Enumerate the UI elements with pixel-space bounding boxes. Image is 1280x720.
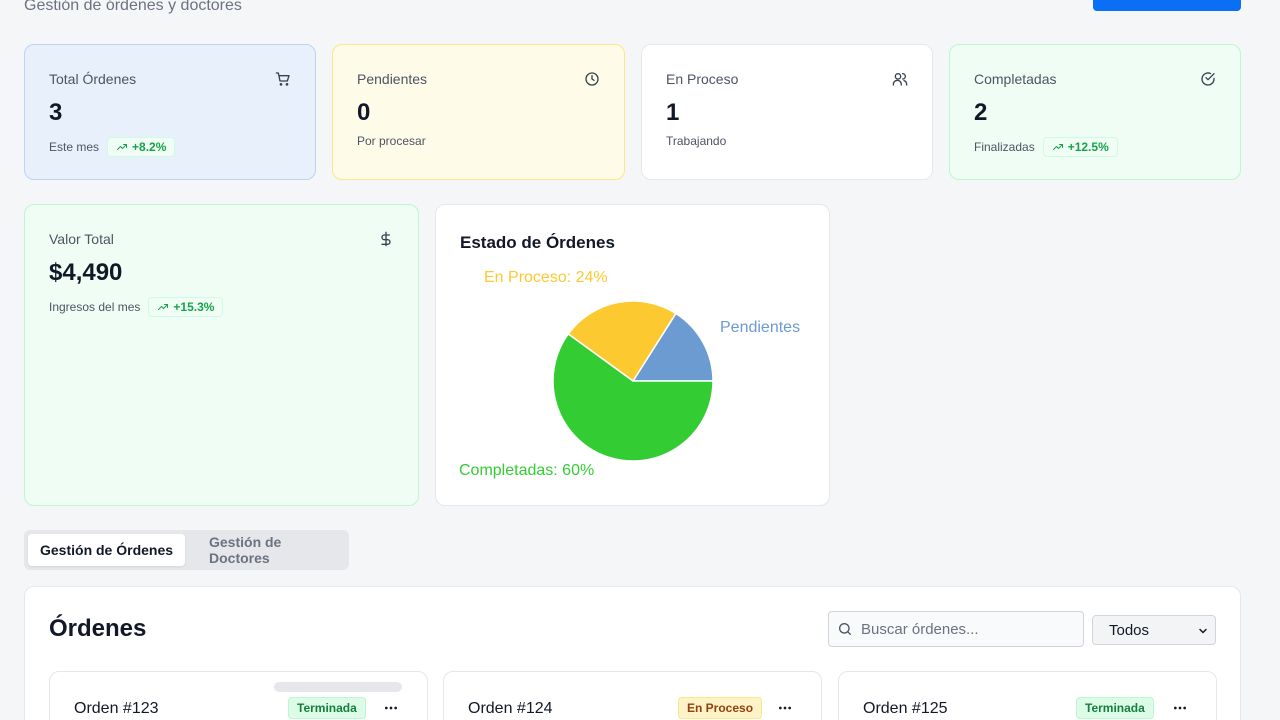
trend-badge: +12.5% [1042, 137, 1118, 157]
tab-doctors[interactable]: Gestión de Doctores [197, 534, 349, 566]
pie-label-in-process: En Proceso: 24% [484, 269, 608, 286]
status-badge: Terminada [288, 697, 366, 719]
stat-sub: Este mes +8.2% [49, 137, 176, 157]
pie-label-completed: Completadas: 60% [459, 462, 595, 479]
status-filter-select[interactable]: Todos [1092, 615, 1216, 645]
stat-sub: Ingresos del mes +15.3% [49, 297, 224, 317]
status-badge: En Proceso [678, 697, 763, 719]
stat-sub-text: Ingresos del mes [49, 300, 141, 314]
stat-label: Total Órdenes [49, 71, 137, 87]
trend-value: +15.3% [173, 300, 215, 314]
pie-label-pending: Pendientes [720, 319, 801, 336]
users-icon [892, 73, 908, 86]
dollar-icon [381, 231, 391, 247]
more-options-icon[interactable] [383, 700, 399, 716]
stat-sub-text: Finalizadas [974, 140, 1035, 154]
stat-sub-text: Este mes [49, 140, 100, 154]
stat-card-in-process: En Proceso 1 Trabajando [641, 44, 933, 180]
stat-value: 3 [49, 99, 63, 126]
orders-title: Órdenes [49, 615, 147, 642]
chevron-down-icon [1199, 628, 1207, 634]
stat-card-completed: Completadas 2 Finalizadas +12.5% [949, 44, 1241, 180]
trend-badge: +8.2% [107, 137, 176, 157]
check-circle-icon [1201, 72, 1215, 86]
stat-card-total-value: Valor Total $4,490 Ingresos del mes +15.… [24, 204, 419, 506]
more-options-icon[interactable] [1172, 700, 1188, 716]
chart-title: Estado de Órdenes [460, 233, 615, 252]
pie-chart-area: En Proceso: 24% Pendientes Completadas: … [436, 265, 830, 505]
status-filter-value: Todos [1109, 621, 1150, 639]
stat-label: Valor Total [49, 231, 114, 247]
stat-value: 0 [357, 99, 371, 126]
top-action-button[interactable] [1093, 0, 1241, 11]
orders-panel: Órdenes Todos Orden #123 Terminada Orden… [24, 586, 1241, 720]
trend-badge: +15.3% [148, 297, 224, 317]
order-title: Orden #123 [74, 700, 159, 717]
status-badge: Terminada [1076, 697, 1154, 719]
order-title: Orden #124 [468, 700, 553, 717]
search-input[interactable] [861, 620, 1071, 638]
order-card[interactable]: Orden #123 Terminada [49, 671, 428, 720]
stat-sub: Finalizadas +12.5% [974, 137, 1118, 157]
stat-sub-text: Trabajando [666, 134, 727, 148]
order-card[interactable]: Orden #124 En Proceso [443, 671, 822, 720]
stat-label: Pendientes [357, 71, 428, 87]
order-card[interactable]: Orden #125 Terminada [838, 671, 1217, 720]
stat-label: Completadas [974, 71, 1057, 87]
search-box [828, 611, 1084, 647]
section-tabs: Gestión de Órdenes Gestión de Doctores [24, 530, 349, 570]
stat-sub-text: Por procesar [357, 134, 426, 148]
tab-orders[interactable]: Gestión de Órdenes [28, 534, 186, 566]
stat-value: $4,490 [49, 259, 123, 286]
stat-card-total-orders: Total Órdenes 3 Este mes +8.2% [24, 44, 316, 180]
stat-value: 2 [974, 99, 988, 126]
stat-label: En Proceso [666, 71, 739, 87]
trending-up-icon [1052, 144, 1063, 150]
cart-icon [275, 72, 290, 86]
trend-value: +12.5% [1067, 140, 1109, 154]
orders-status-chart-card: Estado de Órdenes En Proceso: 24% Pendie… [435, 204, 830, 506]
more-options-icon[interactable] [777, 700, 793, 716]
trend-value: +8.2% [132, 140, 167, 154]
order-title: Orden #125 [863, 700, 948, 717]
trending-up-icon [158, 304, 169, 310]
clock-icon [585, 72, 599, 86]
search-icon [839, 623, 851, 635]
page-subtitle: Gestión de órdenes y doctores [24, 0, 242, 14]
stat-value: 1 [666, 99, 680, 126]
stat-card-pending: Pendientes 0 Por procesar [332, 44, 625, 180]
tooltip-bar [274, 682, 402, 692]
trending-up-icon [117, 144, 128, 150]
